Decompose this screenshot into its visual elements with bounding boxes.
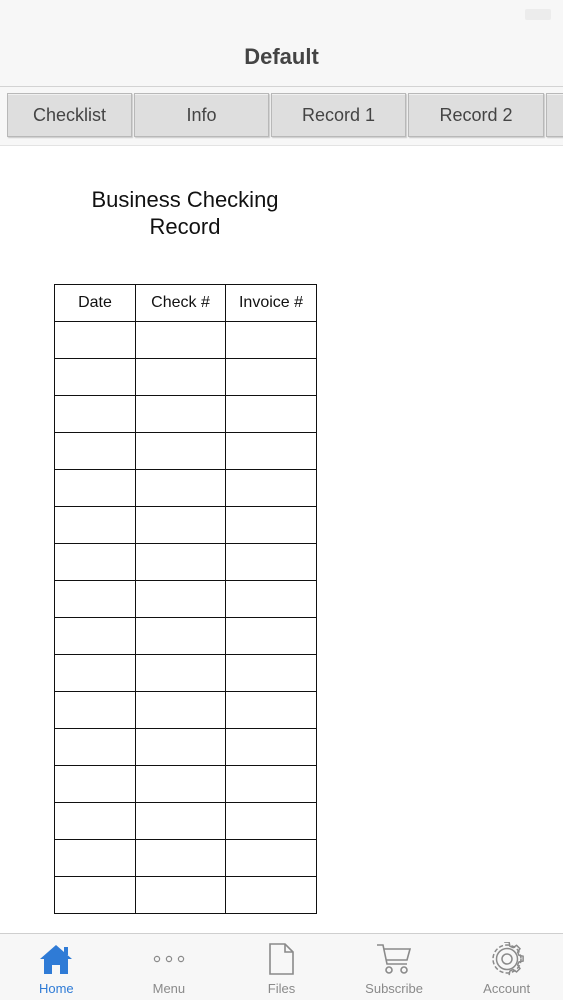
- home-icon: [38, 941, 74, 977]
- table-body: [54, 321, 317, 914]
- app-screen: Default Checklist Info Record 1 Record 2…: [0, 0, 563, 1000]
- column-header-invoice: Invoice #: [225, 284, 317, 322]
- table-cell[interactable]: [135, 765, 226, 803]
- document-title: Business Checking Record: [91, 187, 279, 239]
- column-header-date: Date: [54, 284, 136, 322]
- tab-record-1[interactable]: Record 1: [271, 93, 406, 137]
- table-cell[interactable]: [225, 395, 317, 433]
- table-cell[interactable]: [54, 432, 136, 470]
- table-cell[interactable]: [54, 876, 136, 914]
- battery-icon: [525, 9, 551, 20]
- table-cell[interactable]: [225, 543, 317, 581]
- cart-icon: [376, 941, 412, 977]
- table-row: [54, 728, 317, 766]
- table-cell[interactable]: [135, 728, 226, 766]
- navigation-bar: Default: [0, 30, 563, 87]
- table-row: [54, 395, 317, 433]
- more-dots-icon: [151, 941, 187, 977]
- table-row: [54, 876, 317, 914]
- table-row: [54, 543, 317, 581]
- tab-bar-account[interactable]: Account: [450, 934, 563, 1000]
- table-cell[interactable]: [225, 765, 317, 803]
- table-cell[interactable]: [135, 580, 226, 618]
- table-cell[interactable]: [225, 876, 317, 914]
- tab-info[interactable]: Info: [134, 93, 269, 137]
- table-header-row: Date Check # Invoice #: [54, 284, 317, 322]
- table-cell[interactable]: [225, 654, 317, 692]
- table-cell[interactable]: [225, 802, 317, 840]
- table-cell[interactable]: [225, 728, 317, 766]
- bottom-tab-bar: Home Menu Files Subscribe Account: [0, 933, 563, 1000]
- column-header-check: Check #: [135, 284, 226, 322]
- table-cell[interactable]: [225, 691, 317, 729]
- table-cell[interactable]: [225, 432, 317, 470]
- table-cell[interactable]: [135, 617, 226, 655]
- table-cell[interactable]: [135, 654, 226, 692]
- table-cell[interactable]: [225, 321, 317, 359]
- tab-bar-label: Menu: [152, 981, 186, 996]
- table-cell[interactable]: [54, 802, 136, 840]
- status-bar: [0, 0, 563, 30]
- table-cell[interactable]: [135, 469, 226, 507]
- tab-bar-label: Files: [267, 981, 296, 996]
- table-row: [54, 469, 317, 507]
- table-cell[interactable]: [135, 691, 226, 729]
- record-table: Date Check # Invoice #: [54, 284, 317, 914]
- tab-bar-menu[interactable]: Menu: [113, 934, 226, 1000]
- table-row: [54, 321, 317, 359]
- table-row: [54, 691, 317, 729]
- table-row: [54, 765, 317, 803]
- table-cell[interactable]: [54, 469, 136, 507]
- table-cell[interactable]: [135, 432, 226, 470]
- table-cell[interactable]: [225, 617, 317, 655]
- tab-bar-home[interactable]: Home: [0, 934, 113, 1000]
- tab-bar-subscribe[interactable]: Subscribe: [338, 934, 451, 1000]
- table-row: [54, 802, 317, 840]
- table-cell[interactable]: [225, 580, 317, 618]
- table-cell[interactable]: [54, 543, 136, 581]
- table-row: [54, 580, 317, 618]
- table-row: [54, 839, 317, 877]
- table-cell[interactable]: [225, 358, 317, 396]
- table-cell[interactable]: [54, 728, 136, 766]
- table-cell[interactable]: [225, 506, 317, 544]
- tab-next-partial[interactable]: [546, 93, 563, 137]
- table-cell[interactable]: [54, 580, 136, 618]
- table-cell[interactable]: [135, 876, 226, 914]
- segment-tab-strip[interactable]: Checklist Info Record 1 Record 2: [0, 87, 563, 146]
- table-cell[interactable]: [135, 839, 226, 877]
- file-icon: [263, 941, 299, 977]
- table-cell[interactable]: [54, 839, 136, 877]
- table-cell[interactable]: [225, 469, 317, 507]
- table-row: [54, 654, 317, 692]
- tab-record-2[interactable]: Record 2: [408, 93, 544, 137]
- table-cell[interactable]: [54, 358, 136, 396]
- table-cell[interactable]: [54, 691, 136, 729]
- table-row: [54, 432, 317, 470]
- tab-bar-label: Subscribe: [365, 981, 423, 996]
- table-row: [54, 506, 317, 544]
- document-view[interactable]: Business Checking Record Date Check # In…: [0, 146, 563, 933]
- tab-bar-label: Account: [483, 981, 531, 996]
- table-cell[interactable]: [54, 765, 136, 803]
- tab-bar-label: Home: [38, 981, 74, 996]
- table-cell[interactable]: [135, 395, 226, 433]
- table-cell[interactable]: [54, 654, 136, 692]
- table-cell[interactable]: [135, 802, 226, 840]
- table-cell[interactable]: [135, 506, 226, 544]
- table-cell[interactable]: [54, 506, 136, 544]
- page-title: Default: [244, 44, 319, 69]
- table-cell[interactable]: [135, 543, 226, 581]
- tab-checklist[interactable]: Checklist: [7, 93, 132, 137]
- table-cell[interactable]: [135, 358, 226, 396]
- table-cell[interactable]: [54, 617, 136, 655]
- table-cell[interactable]: [54, 321, 136, 359]
- table-row: [54, 617, 317, 655]
- tab-bar-files[interactable]: Files: [225, 934, 338, 1000]
- table-cell[interactable]: [54, 395, 136, 433]
- table-row: [54, 358, 317, 396]
- gear-icon: [489, 941, 525, 977]
- table-cell[interactable]: [135, 321, 226, 359]
- table-cell[interactable]: [225, 839, 317, 877]
